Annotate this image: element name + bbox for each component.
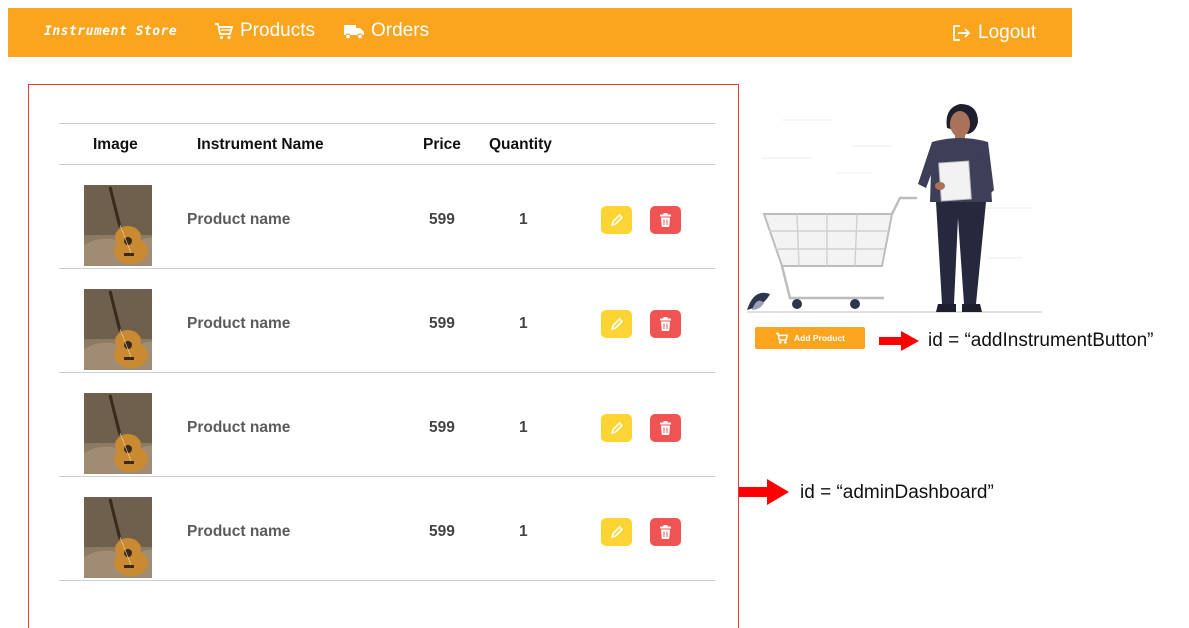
product-quantity: 1 (519, 315, 528, 332)
shopping-illustration (747, 104, 1042, 313)
header-image: Image (93, 136, 138, 153)
delete-button[interactable] (650, 206, 681, 234)
edit-button[interactable] (601, 310, 632, 338)
product-image (84, 185, 152, 266)
pencil-icon (610, 421, 623, 435)
table-row: Product name 599 1 (59, 165, 715, 269)
edit-button[interactable] (601, 518, 632, 546)
truck-icon (344, 24, 364, 40)
table-header: Image Instrument Name Price Quantity (59, 123, 715, 165)
nav-orders-label: Orders (371, 20, 430, 41)
pencil-icon (610, 525, 623, 539)
product-table: Image Instrument Name Price Quantity Pro… (59, 123, 715, 581)
table-row: Product name 599 1 (59, 269, 715, 373)
trash-icon (660, 212, 671, 227)
trash-icon (660, 524, 671, 539)
cart-icon (776, 332, 789, 344)
pencil-icon (610, 213, 623, 227)
product-price: 599 (429, 419, 455, 436)
edit-button[interactable] (601, 206, 632, 234)
product-quantity: 1 (519, 419, 528, 436)
product-name: Product name (187, 315, 291, 332)
nav-logout-link[interactable]: Logout (952, 22, 1036, 44)
delete-button[interactable] (650, 310, 681, 338)
product-price: 599 (429, 523, 455, 540)
header-price: Price (423, 136, 461, 153)
nav-orders-link[interactable]: Orders (343, 20, 429, 42)
guitar-image (84, 497, 152, 578)
product-name: Product name (187, 211, 291, 228)
cart-icon (215, 23, 234, 40)
annotation-add-button-id: id = “addInstrumentButton” (928, 330, 1154, 351)
annotation-dashboard-id: id = “adminDashboard” (800, 482, 994, 503)
add-instrument-button[interactable]: Add Product (755, 327, 865, 349)
trash-icon (660, 316, 671, 331)
nav-products-link[interactable]: Products (214, 20, 315, 42)
guitar-image (84, 393, 152, 474)
admin-dashboard: Image Instrument Name Price Quantity Pro… (28, 84, 739, 628)
product-image (84, 393, 152, 474)
guitar-image (84, 289, 152, 370)
product-name: Product name (187, 419, 291, 436)
navbar: Instrument Store Products Orders Logout (8, 8, 1072, 57)
nav-products-label: Products (240, 20, 315, 41)
nav-logout-label: Logout (978, 22, 1037, 43)
annotation-arrow-icon (879, 331, 919, 351)
product-price: 599 (429, 211, 455, 228)
product-quantity: 1 (519, 211, 528, 228)
product-price: 599 (429, 315, 455, 332)
edit-button[interactable] (601, 414, 632, 442)
guitar-image (84, 185, 152, 266)
product-name: Product name (187, 523, 291, 540)
product-image (84, 289, 152, 370)
trash-icon (660, 420, 671, 435)
brand-logo[interactable]: Instrument Store (44, 24, 177, 39)
header-instrument-name: Instrument Name (197, 136, 324, 153)
table-row: Product name 599 1 (59, 477, 715, 581)
product-image (84, 497, 152, 578)
delete-button[interactable] (650, 518, 681, 546)
table-row: Product name 599 1 (59, 373, 715, 477)
annotation-arrow-icon (739, 479, 789, 505)
add-instrument-label: Add Product (794, 333, 845, 343)
delete-button[interactable] (650, 414, 681, 442)
logout-icon (953, 25, 971, 41)
pencil-icon (610, 317, 623, 331)
header-quantity: Quantity (489, 136, 552, 153)
product-quantity: 1 (519, 523, 528, 540)
